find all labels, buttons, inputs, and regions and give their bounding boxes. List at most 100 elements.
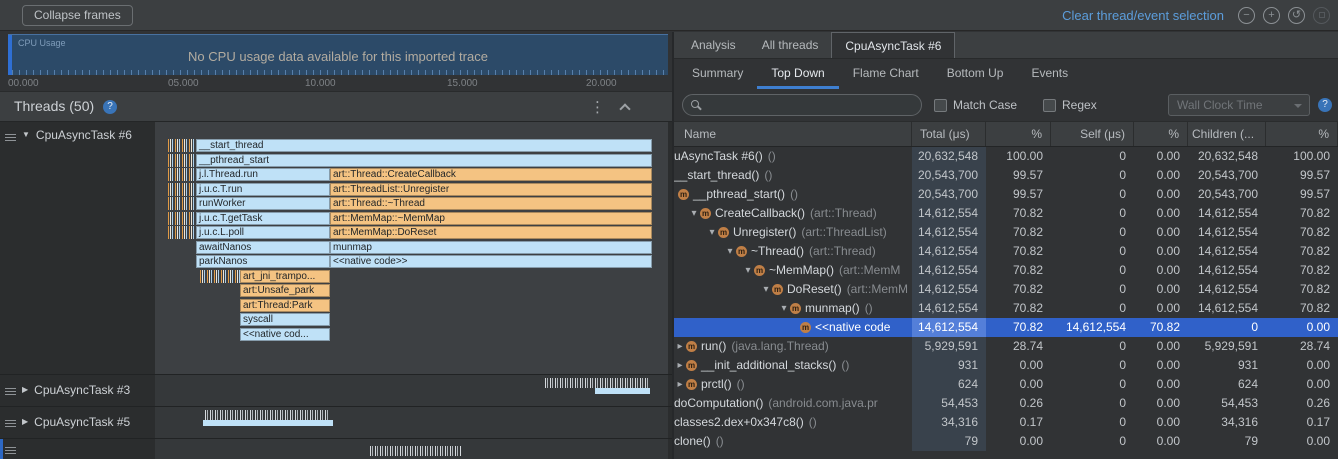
clear-selection-link[interactable]: Clear thread/event selection: [1062, 8, 1224, 23]
flame-bar[interactable]: art_jni_trampo...: [240, 270, 330, 283]
search-input[interactable]: [682, 94, 922, 116]
table-row[interactable]: classes2.dex+0x347c8()()34,3160.1700.003…: [674, 413, 1338, 432]
value-cell: 70.82: [986, 242, 1051, 261]
table-row[interactable]: ▾mmunmap()()14,612,55470.8200.0014,612,5…: [674, 299, 1338, 318]
collapse-panel-icon[interactable]: [619, 103, 630, 114]
zoom-in-icon[interactable]: +: [1263, 7, 1280, 24]
method-icon: m: [678, 189, 689, 200]
flame-bar[interactable]: parkNanos: [196, 255, 330, 268]
table-row[interactable]: ▾m~Thread()(art::Thread)14,612,55470.820…: [674, 242, 1338, 261]
table-row[interactable]: clone()()790.0000.00790.00: [674, 432, 1338, 451]
flame-bar[interactable]: j.u.c.T.getTask: [196, 212, 330, 225]
table-row[interactable]: ▾mCreateCallback()(art::Thread)14,612,55…: [674, 204, 1338, 223]
thread-row-cpuasynctask-5[interactable]: CpuAsyncTask #5: [0, 406, 672, 438]
table-row[interactable]: ▸m__init_additional_stacks()()9310.0000.…: [674, 356, 1338, 375]
flame-bar[interactable]: __start_thread: [196, 139, 652, 152]
column-header-percent[interactable]: %: [986, 122, 1051, 146]
thread-label[interactable]: CpuAsyncTask #6: [22, 128, 132, 142]
column-header-percent[interactable]: %: [1134, 122, 1188, 146]
subtab-top-down[interactable]: Top Down: [757, 59, 838, 89]
flame-bar[interactable]: munmap: [330, 241, 652, 254]
table-row[interactable]: ▾mDoReset()(art::MemM14,612,55470.8200.0…: [674, 280, 1338, 299]
expand-chevron-icon[interactable]: ▾: [688, 204, 700, 223]
value-cell: 0.00: [986, 356, 1051, 375]
drag-handle-icon[interactable]: [5, 134, 16, 141]
subtab-bottom-up[interactable]: Bottom Up: [933, 59, 1018, 89]
subtab-events[interactable]: Events: [1017, 59, 1082, 89]
value-cell: 79: [1188, 432, 1266, 451]
regex-checkbox[interactable]: [1043, 99, 1056, 112]
table-row[interactable]: __start_thread()()20,543,70099.5700.0020…: [674, 166, 1338, 185]
table-row[interactable]: ▾m~MemMap()(art::MemM14,612,55470.8200.0…: [674, 261, 1338, 280]
clock-type-dropdown[interactable]: Wall Clock Time: [1168, 94, 1310, 116]
toolbar-right-group: Clear thread/event selection − + ↺: [1062, 7, 1338, 24]
flame-bar[interactable]: j.u.c.T.run: [196, 183, 330, 196]
flame-bar[interactable]: art:Thread:Park: [240, 299, 330, 312]
expand-chevron-icon[interactable]: ▸: [674, 356, 686, 375]
regex-option[interactable]: Regex: [1043, 94, 1097, 116]
expand-chevron-icon[interactable]: ▾: [742, 261, 754, 280]
drag-handle-icon[interactable]: [5, 388, 16, 395]
value-cell: 0: [1051, 185, 1134, 204]
subtab-summary[interactable]: Summary: [678, 59, 757, 89]
flame-bar[interactable]: runWorker: [196, 197, 330, 210]
thread-label[interactable]: CpuAsyncTask #5: [22, 415, 130, 429]
flame-bar[interactable]: awaitNanos: [196, 241, 330, 254]
thread-row-cpuasynctask-3[interactable]: CpuAsyncTask #3: [0, 374, 672, 406]
expand-chevron-icon[interactable]: ▸: [674, 337, 686, 356]
column-header-total-s[interactable]: Total (μs): [912, 122, 986, 146]
reset-zoom-icon[interactable]: ↺: [1288, 7, 1305, 24]
flame-bar[interactable]: j.l.Thread.run: [196, 168, 330, 181]
expand-triangle-icon[interactable]: [22, 131, 30, 139]
flame-bar[interactable]: art::ThreadList::Unregister: [330, 183, 652, 196]
table-row[interactable]: m__pthread_start()()20,543,70099.5700.00…: [674, 185, 1338, 204]
help-icon[interactable]: [1318, 98, 1332, 112]
collapse-frames-button[interactable]: Collapse frames: [22, 5, 133, 26]
flame-bar[interactable]: syscall: [240, 313, 330, 326]
expand-chevron-icon[interactable]: ▾: [706, 223, 718, 242]
thread-row-partial[interactable]: [0, 438, 672, 459]
method-name: uAsyncTask #6(): [674, 147, 763, 166]
table-row[interactable]: ▸mprctl()()6240.0000.006240.00: [674, 375, 1338, 394]
drag-handle-icon[interactable]: [5, 447, 16, 454]
kebab-menu-icon[interactable]: [590, 98, 604, 116]
column-header-name[interactable]: Name: [674, 122, 912, 146]
thread-label[interactable]: CpuAsyncTask #3: [22, 383, 130, 397]
flame-bar[interactable]: art:Unsafe_park: [240, 284, 330, 297]
expand-chevron-icon[interactable]: ▾: [778, 299, 790, 318]
tab-analysis[interactable]: Analysis: [678, 32, 749, 58]
flame-bar[interactable]: art::Thread::~Thread: [330, 197, 652, 210]
zoom-out-icon[interactable]: −: [1238, 7, 1255, 24]
table-row[interactable]: ▾mUnregister()(art::ThreadList)14,612,55…: [674, 223, 1338, 242]
value-cell: 624: [1188, 375, 1266, 394]
expand-chevron-icon[interactable]: ▸: [674, 375, 686, 394]
flame-bar[interactable]: <<native cod...: [240, 328, 330, 341]
value-cell: 0: [1051, 299, 1134, 318]
column-header-percent[interactable]: %: [1266, 122, 1338, 146]
flame-bar[interactable]: <<native code>>: [330, 255, 652, 268]
flame-bar[interactable]: art::Thread::CreateCallback: [330, 168, 652, 181]
expand-chevron-icon[interactable]: ▾: [760, 280, 772, 299]
tab-cpuasynctask-6[interactable]: CpuAsyncTask #6: [831, 32, 955, 58]
table-row[interactable]: uAsyncTask #6()()20,632,548100.0000.0020…: [674, 147, 1338, 166]
subtab-flame-chart[interactable]: Flame Chart: [839, 59, 933, 89]
method-name: __pthread_start(): [693, 185, 785, 204]
column-header-children[interactable]: Children (...: [1188, 122, 1266, 146]
expand-triangle-icon[interactable]: [22, 418, 28, 426]
flame-bar[interactable]: art::MemMap::DoReset: [330, 226, 652, 239]
flame-bar[interactable]: art::MemMap::~MemMap: [330, 212, 652, 225]
table-row[interactable]: m<<native code14,612,55470.8214,612,5547…: [674, 318, 1338, 337]
match-case-option[interactable]: Match Case: [934, 94, 1017, 116]
help-icon[interactable]: [103, 100, 117, 114]
table-row[interactable]: doComputation()(android.com.java.pr54,45…: [674, 394, 1338, 413]
drag-handle-icon[interactable]: [5, 420, 16, 427]
column-header-self-s[interactable]: Self (μs): [1051, 122, 1134, 146]
expand-triangle-icon[interactable]: [22, 386, 28, 394]
tab-all-threads[interactable]: All threads: [749, 32, 832, 58]
match-case-checkbox[interactable]: [934, 99, 947, 112]
thread-row-cpuasynctask-6[interactable]: CpuAsyncTask #6 __start_thread __pthread_…: [0, 122, 672, 374]
flame-bar[interactable]: __pthread_start: [196, 154, 652, 167]
table-row[interactable]: ▸mrun()(java.lang.Thread)5,929,59128.740…: [674, 337, 1338, 356]
expand-chevron-icon[interactable]: ▾: [724, 242, 736, 261]
flame-bar[interactable]: j.u.c.L.poll: [196, 226, 330, 239]
